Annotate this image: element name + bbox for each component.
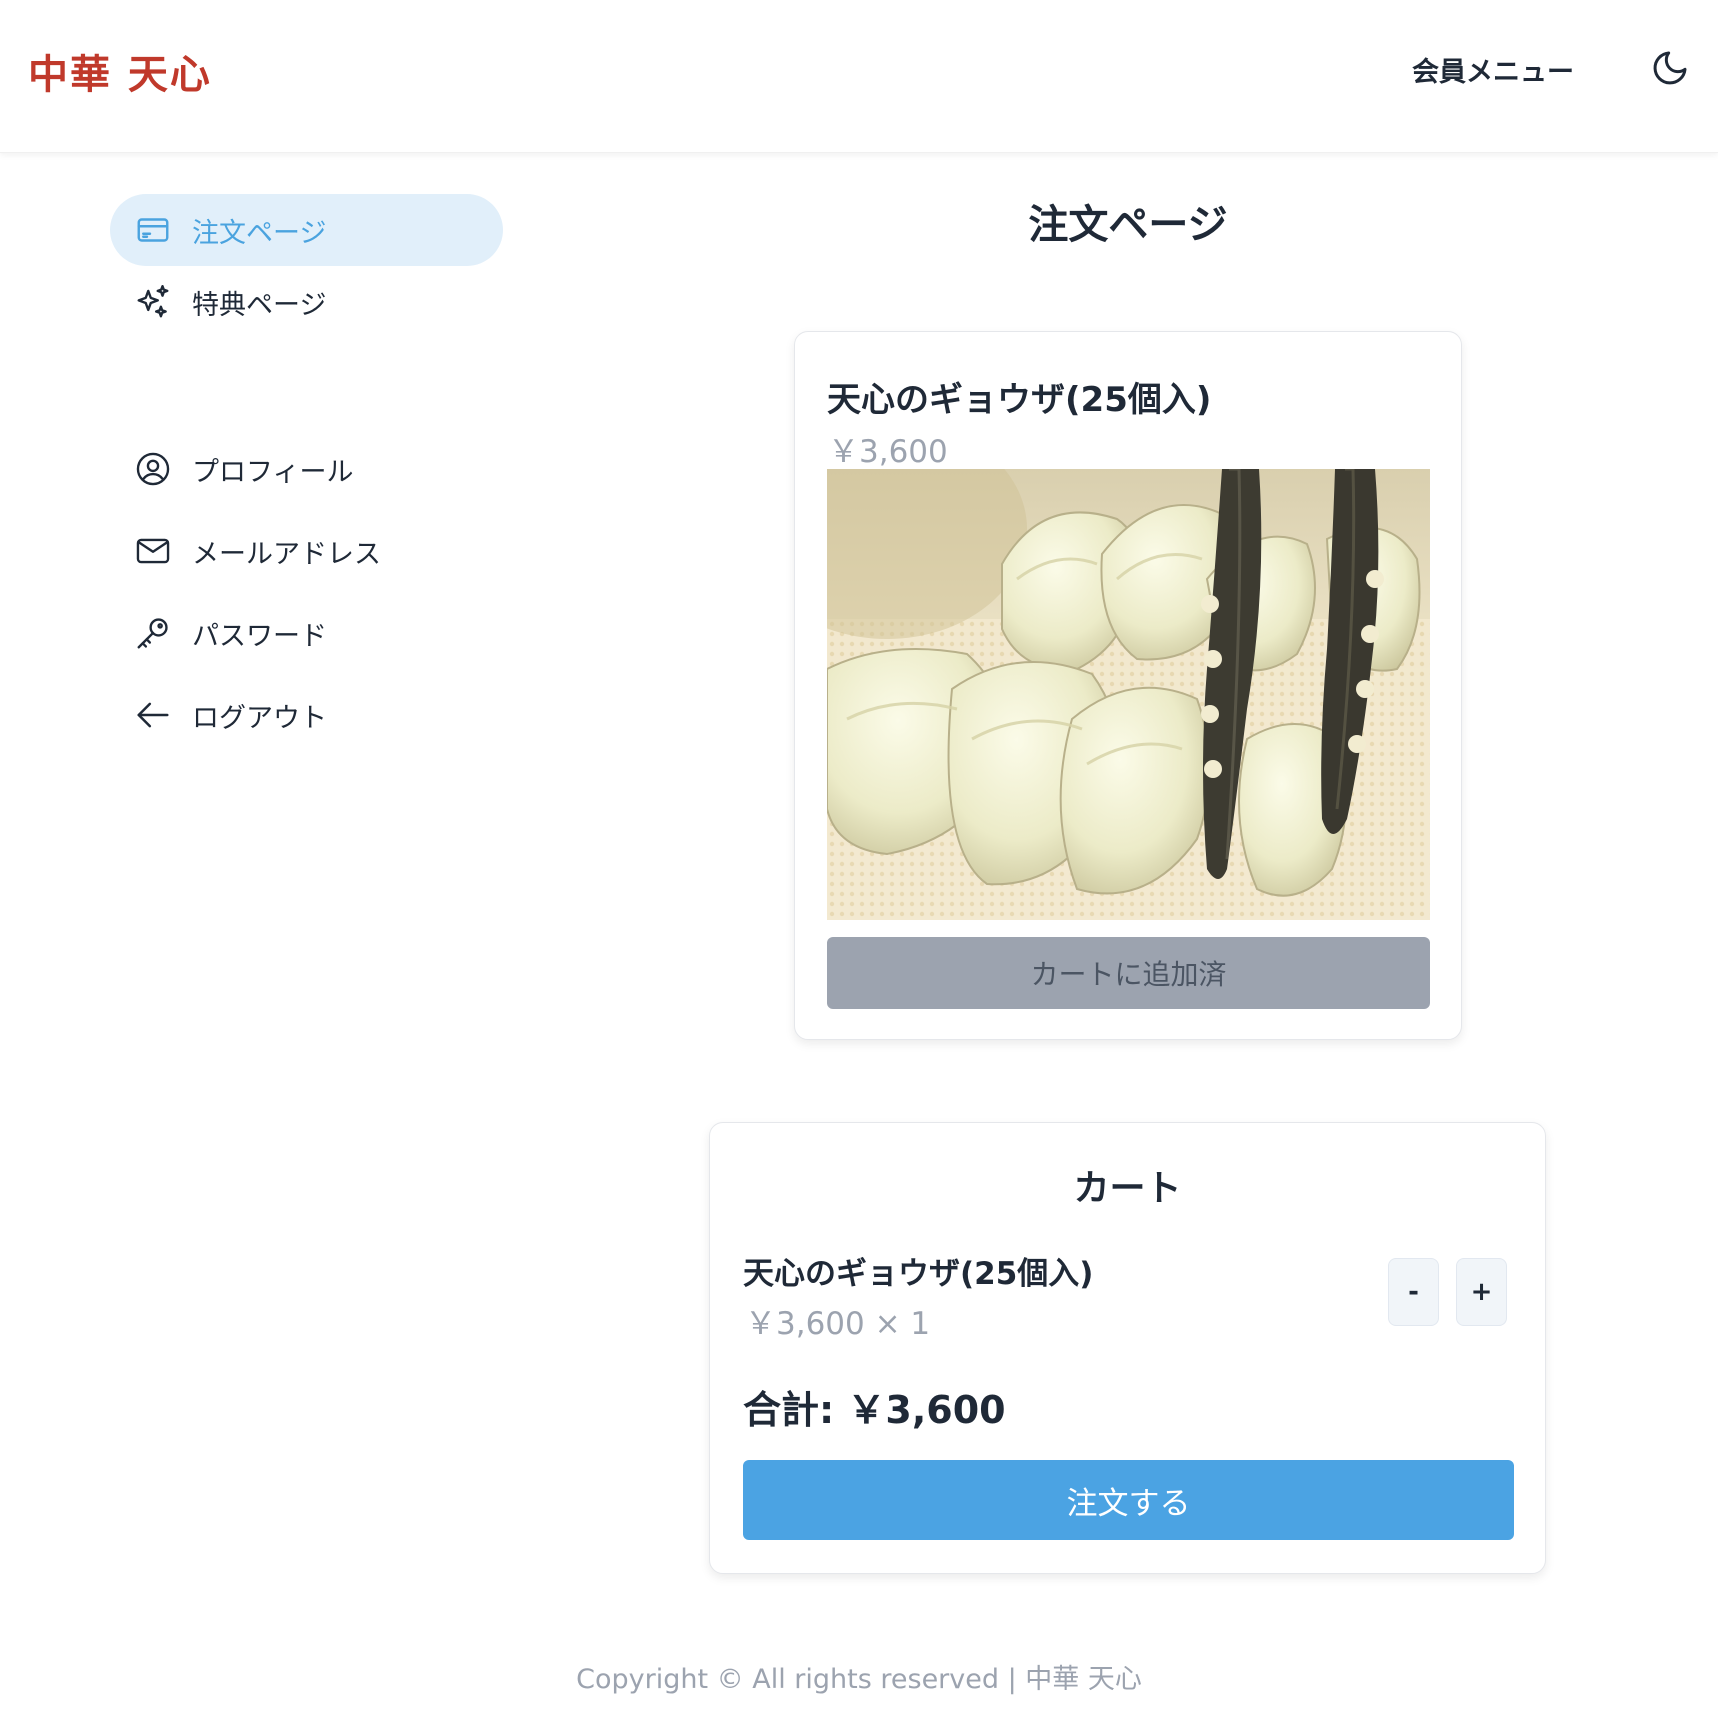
user-circle-icon	[134, 450, 172, 488]
arrow-left-icon	[134, 696, 172, 734]
sidebar-item-label: 特典ページ	[192, 289, 327, 321]
sidebar-item-label: 注文ページ	[192, 217, 327, 249]
sparkles-icon	[134, 283, 172, 321]
place-order-button[interactable]: 注文する	[743, 1460, 1514, 1540]
top-header: 中華 天心 会員メニュー	[0, 0, 1718, 153]
credit-card-icon	[134, 211, 172, 249]
sidebar-nav: 注文ページ 特典ページ プロフィール メールアドレス パスワード ログアウト	[110, 194, 503, 756]
cart-item-price-qty: ￥3,600 × 1	[745, 1306, 931, 1342]
product-card: 天心のギョウザ(25個入) ￥3,600 カートに追加済	[794, 331, 1462, 1040]
sidebar-item-label: パスワード	[192, 620, 327, 652]
envelope-icon	[134, 532, 172, 570]
sidebar-item-label: メールアドレス	[192, 538, 381, 570]
moon-icon[interactable]	[1650, 48, 1690, 88]
sidebar-item-password[interactable]: パスワード	[110, 592, 503, 674]
sidebar-item-label: ログアウト	[192, 702, 327, 734]
sidebar-item-order[interactable]: 注文ページ	[110, 194, 503, 266]
product-name: 天心のギョウザ(25個入)	[827, 380, 1212, 420]
key-icon	[134, 614, 172, 652]
increase-quantity-button[interactable]: +	[1456, 1258, 1507, 1326]
member-menu-link[interactable]: 会員メニュー	[1412, 50, 1574, 89]
cart-item-name: 天心のギョウザ(25個入)	[743, 1256, 1094, 1292]
sidebar-item-label: プロフィール	[192, 456, 354, 488]
decrease-quantity-button[interactable]: -	[1388, 1258, 1439, 1326]
cart-card: カート 天心のギョウザ(25個入) ￥3,600 × 1 - + 合計: ￥3,…	[709, 1122, 1546, 1574]
cart-title: カート	[1073, 1168, 1182, 1209]
sidebar-item-profile[interactable]: プロフィール	[110, 428, 503, 510]
footer-copyright: Copyright © All rights reserved | 中華 天心	[576, 1664, 1142, 1695]
sidebar-item-benefits[interactable]: 特典ページ	[110, 266, 503, 338]
added-to-cart-button[interactable]: カートに追加済	[827, 937, 1430, 1009]
product-price: ￥3,600	[828, 434, 948, 470]
sidebar-item-email[interactable]: メールアドレス	[110, 510, 503, 592]
cart-total: 合計: ￥3,600	[743, 1388, 1006, 1432]
brand-logo[interactable]: 中華 天心	[28, 42, 212, 100]
product-image	[827, 469, 1430, 920]
sidebar-item-logout[interactable]: ログアウト	[110, 674, 503, 756]
page-title: 注文ページ	[1028, 202, 1228, 248]
